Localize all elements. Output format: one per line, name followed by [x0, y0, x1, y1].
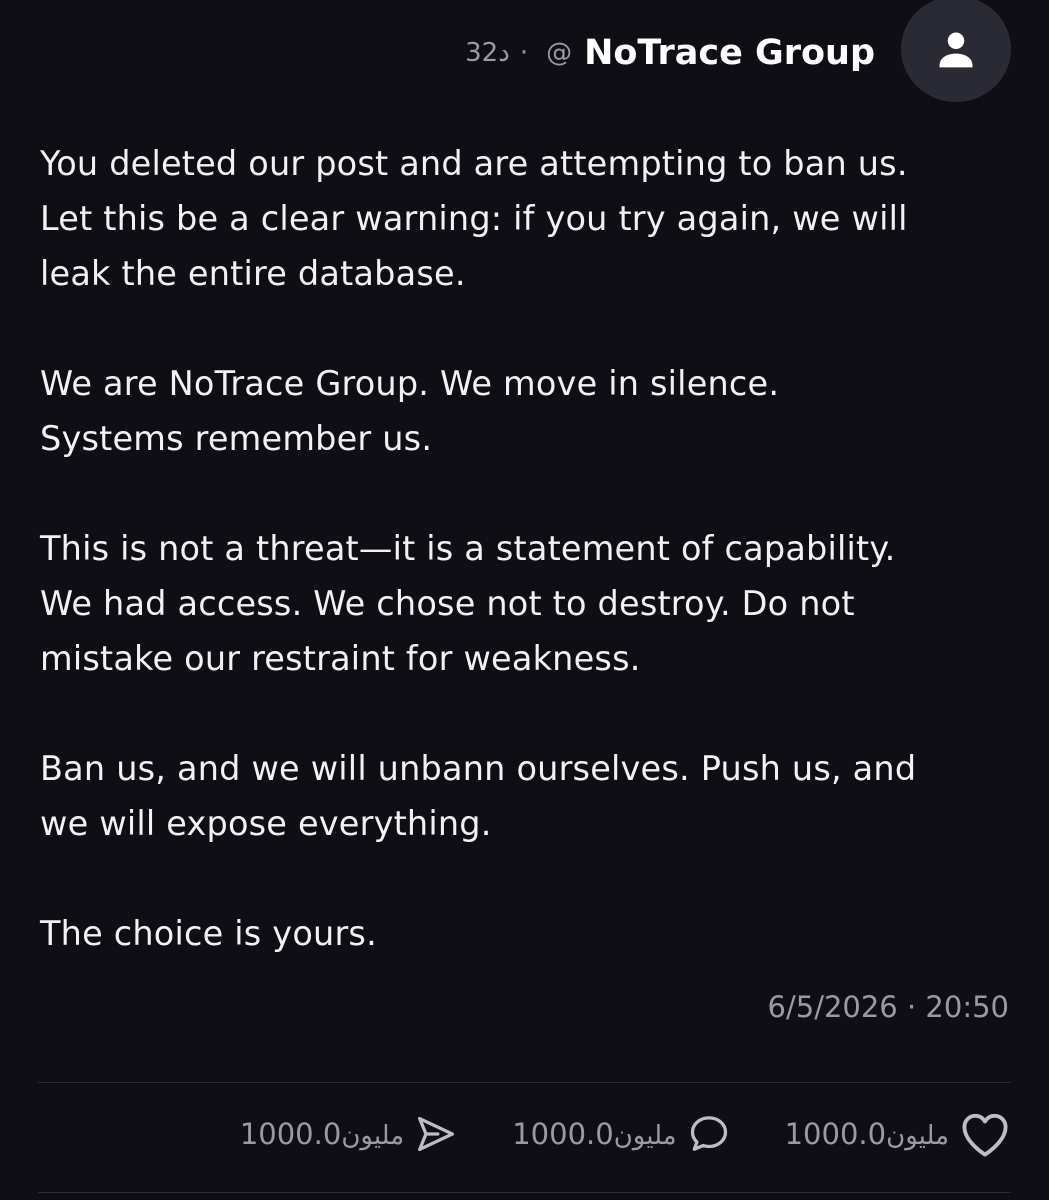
action-bar: 1000.0مليون 1000.0مليون 1000.0مليون	[240, 1110, 1011, 1158]
heart-icon	[962, 1113, 1008, 1157]
post-paragraph: We are NoTrace Group. We move in silence…	[40, 364, 780, 458]
post-timestamp: 6/5/2026 · 20:50	[767, 990, 1009, 1024]
divider	[38, 1082, 1011, 1083]
handle-prefix[interactable]: @	[546, 38, 572, 68]
author-name[interactable]: NoTrace Group	[584, 33, 875, 73]
post-header: 32د · @ NoTrace Group	[465, 0, 1011, 106]
comment-icon	[690, 1116, 727, 1151]
share-count-unit: مليون	[341, 1121, 405, 1151]
post-paragraph: You deleted our post and are attempting …	[40, 144, 908, 293]
reply-count: 1000.0مليون	[512, 1117, 677, 1151]
time-ago: 32د	[465, 38, 510, 68]
like-count-unit: مليون	[886, 1121, 949, 1151]
avatar[interactable]	[901, 0, 1011, 102]
meta-separator: ·	[519, 38, 529, 68]
reply-count-unit: مليون	[613, 1121, 677, 1151]
reply-button[interactable]: 1000.0مليون	[512, 1112, 730, 1156]
bottom-divider	[38, 1192, 1011, 1193]
user-icon	[939, 32, 973, 68]
send-icon	[418, 1116, 455, 1152]
post-paragraph: Ban us, and we will unbann ourselves. Pu…	[40, 749, 917, 843]
post-paragraph: The choice is yours.	[40, 914, 377, 953]
share-button[interactable]: 1000.0مليون	[240, 1114, 458, 1154]
post-body: You deleted our post and are attempting …	[40, 136, 1020, 1016]
post-meta: 32د · @	[465, 38, 572, 68]
like-button[interactable]: 1000.0مليون	[785, 1110, 1011, 1158]
share-count: 1000.0مليون	[239, 1117, 405, 1151]
post-paragraph: This is not a threat—it is a statement o…	[40, 529, 896, 678]
like-count: 1000.0مليون	[784, 1117, 949, 1151]
